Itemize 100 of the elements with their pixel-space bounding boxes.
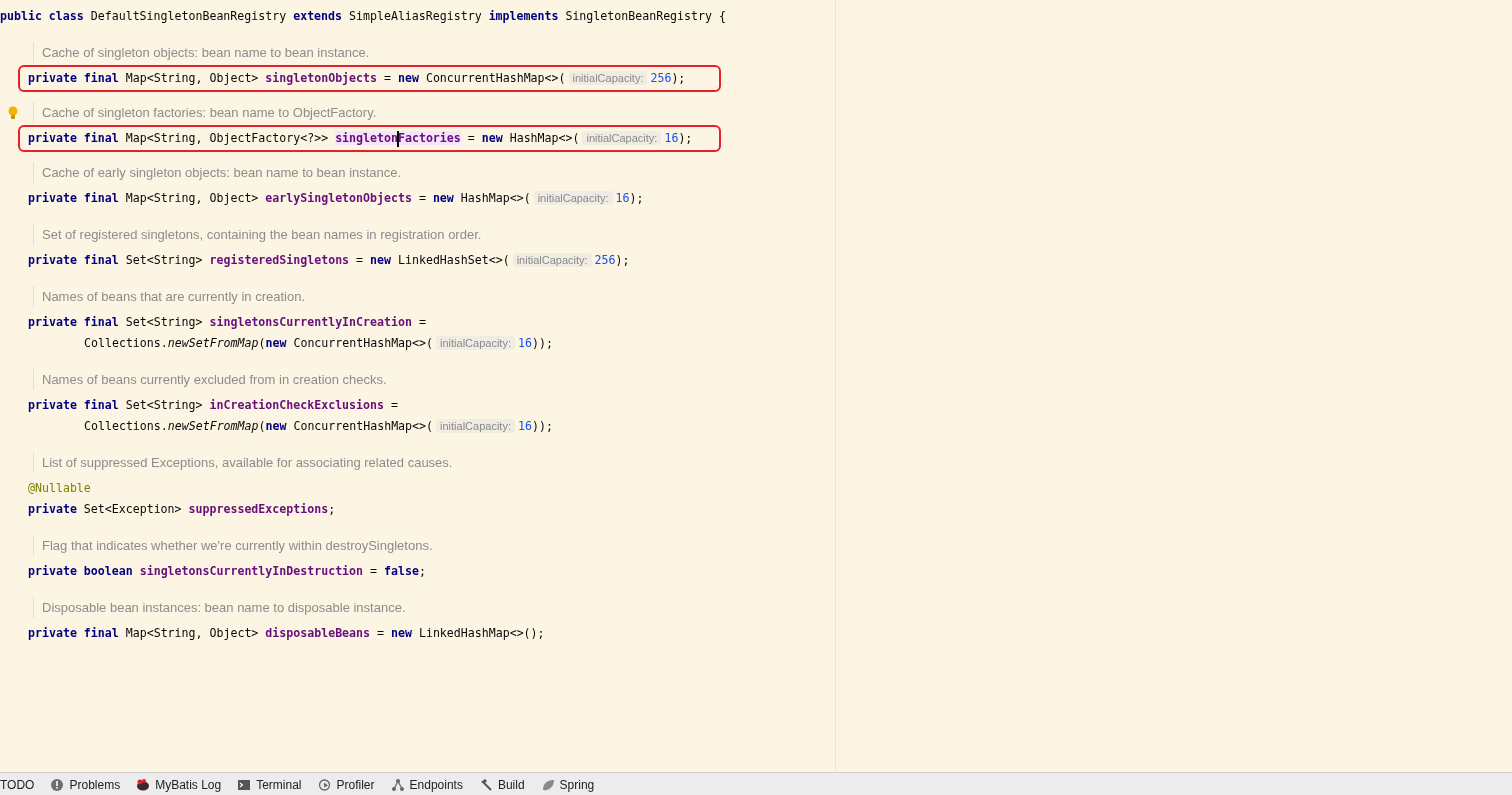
- code-text: );: [678, 131, 693, 145]
- code-text: Set<String>: [125, 398, 204, 412]
- keyword: new: [265, 336, 288, 350]
- leaf-icon: [540, 777, 555, 792]
- field-name: singletonsCurrentlyInCreation: [209, 315, 412, 329]
- code-text: LinkedHashMap<>();: [418, 626, 545, 640]
- keyword: private boolean: [28, 564, 134, 578]
- number-literal: 16: [615, 191, 630, 205]
- tool-window-button[interactable]: Terminal: [231, 775, 308, 794]
- field-name: disposableBeans: [265, 626, 371, 640]
- code-text: LinkedHashSet<>(: [398, 253, 510, 267]
- field-name: registeredSingletons: [209, 253, 350, 267]
- lightbulb-icon[interactable]: [8, 105, 18, 120]
- code-text: HashMap<>(: [460, 191, 531, 205]
- code-text: SimpleAliasRegistry: [349, 9, 483, 23]
- keyword: new: [391, 626, 413, 640]
- tool-window-button[interactable]: MyBatis Log: [130, 775, 228, 794]
- method-call: newSetFromMap: [167, 419, 259, 433]
- code-text: DefaultSingletonBeanRegistry: [90, 9, 288, 23]
- doc-comment: Cache of singleton factories: bean name to ObjectFactory.: [33, 102, 377, 123]
- tool-window-button[interactable]: Spring: [534, 775, 601, 794]
- code-text: =: [466, 131, 476, 145]
- keyword: private final: [28, 131, 120, 145]
- code-text: (: [258, 336, 266, 350]
- code-text: =: [417, 191, 427, 205]
- inlay-hint: initialCapacity:: [436, 336, 515, 350]
- inlay-hint: initialCapacity:: [436, 419, 515, 433]
- code-text: ConcurrentHashMap<>(: [425, 71, 566, 85]
- annotation: @Nullable: [28, 481, 91, 495]
- keyword: private final: [28, 626, 120, 640]
- code-text: (: [258, 419, 266, 433]
- code-text: Map<String, ObjectFactory<?>>: [125, 131, 330, 145]
- keyword: new: [370, 253, 392, 267]
- field-name: inCreationCheckExclusions: [209, 398, 384, 412]
- code-text: Collections.: [84, 419, 168, 433]
- doc-comment: Names of beans currently excluded from in creation checks.: [33, 369, 387, 390]
- field-name: singletonObjects: [265, 71, 378, 85]
- code-text: Collections.: [84, 336, 168, 350]
- keyword: new: [398, 71, 420, 85]
- keyword: false: [384, 564, 419, 578]
- doc-comment: List of suppressed Exceptions, available for associating related causes.: [33, 452, 453, 473]
- doc-comment: Cache of early singleton objects: bean name to bean instance.: [33, 162, 402, 183]
- play-gauge-icon: [317, 777, 332, 792]
- field-name: earlySingletonObjects: [265, 191, 412, 205]
- field-name: singletonsCurrentlyInDestruction: [139, 564, 364, 578]
- code-text: =: [355, 253, 365, 267]
- code-text: ));: [531, 419, 553, 433]
- code-text: =: [369, 564, 379, 578]
- tool-window-button[interactable]: Endpoints: [384, 775, 469, 794]
- code-text: Map<String, Object>: [125, 71, 260, 85]
- keyword: new: [265, 419, 288, 433]
- keyword: public class: [0, 9, 85, 23]
- number-literal: 16: [664, 131, 679, 145]
- doc-comment: Names of beans that are currently in creation.: [33, 286, 306, 307]
- code-text: ConcurrentHashMap<>(: [293, 419, 434, 433]
- nodes-icon: [390, 777, 405, 792]
- number-literal: 16: [517, 419, 532, 433]
- code-text: =: [417, 315, 426, 329]
- keyword: private final: [28, 398, 120, 412]
- code-text: ;: [418, 564, 426, 578]
- keyword: new: [481, 131, 504, 145]
- code-text: =: [376, 626, 385, 640]
- tool-window-button[interactable]: Profiler: [311, 775, 381, 794]
- method-call: newSetFromMap: [167, 336, 259, 350]
- keyword: private: [28, 502, 78, 516]
- doc-comment: Flag that indicates whether we're currently within destroySingletons.: [33, 535, 433, 556]
- code-text: );: [671, 71, 686, 85]
- code-text: ConcurrentHashMap<>(: [293, 336, 434, 350]
- code-text: Set<String>: [125, 315, 204, 329]
- keyword: private final: [28, 253, 120, 267]
- doc-comment: Disposable bean instances: bean name to disposable instance.: [33, 597, 406, 618]
- inlay-hint: initialCapacity:: [582, 131, 662, 145]
- code-text: ;: [328, 502, 336, 516]
- inlay-hint: initialCapacity:: [533, 191, 613, 205]
- inlay-hint: initialCapacity:: [512, 253, 592, 267]
- keyword: extends: [293, 9, 344, 23]
- code-text: ));: [531, 336, 553, 350]
- inlay-hint: initialCapacity:: [568, 71, 648, 85]
- code-text: Set<Exception>: [83, 502, 183, 516]
- warning-icon: [50, 777, 65, 792]
- terminal-icon: [237, 777, 252, 792]
- bird-icon: [136, 777, 151, 792]
- code-text: HashMap<>(: [509, 131, 580, 145]
- keyword: private final: [28, 191, 120, 205]
- number-literal: 16: [517, 336, 532, 350]
- doc-comment: Cache of singleton objects: bean name to bean instance.: [33, 42, 370, 63]
- doc-comment: Set of registered singletons, containing the bean names in registration order.: [33, 224, 482, 245]
- tool-window-button[interactable]: Problems: [44, 775, 127, 794]
- field-name: suppressedExceptions: [188, 502, 329, 516]
- code-text: SingletonBeanRegistry {: [565, 9, 726, 23]
- keyword: private final: [28, 315, 120, 329]
- number-literal: 256: [594, 253, 616, 267]
- keyword: new: [432, 191, 455, 205]
- field-name: singletonFactories: [335, 131, 461, 145]
- number-literal: 256: [650, 71, 672, 85]
- tool-window-button[interactable]: TODO: [0, 775, 41, 794]
- code-text: Map<String, Object>: [125, 626, 260, 640]
- code-text: Set<String>: [125, 253, 204, 267]
- tool-window-button[interactable]: Build: [472, 775, 531, 794]
- keyword: implements: [488, 9, 560, 23]
